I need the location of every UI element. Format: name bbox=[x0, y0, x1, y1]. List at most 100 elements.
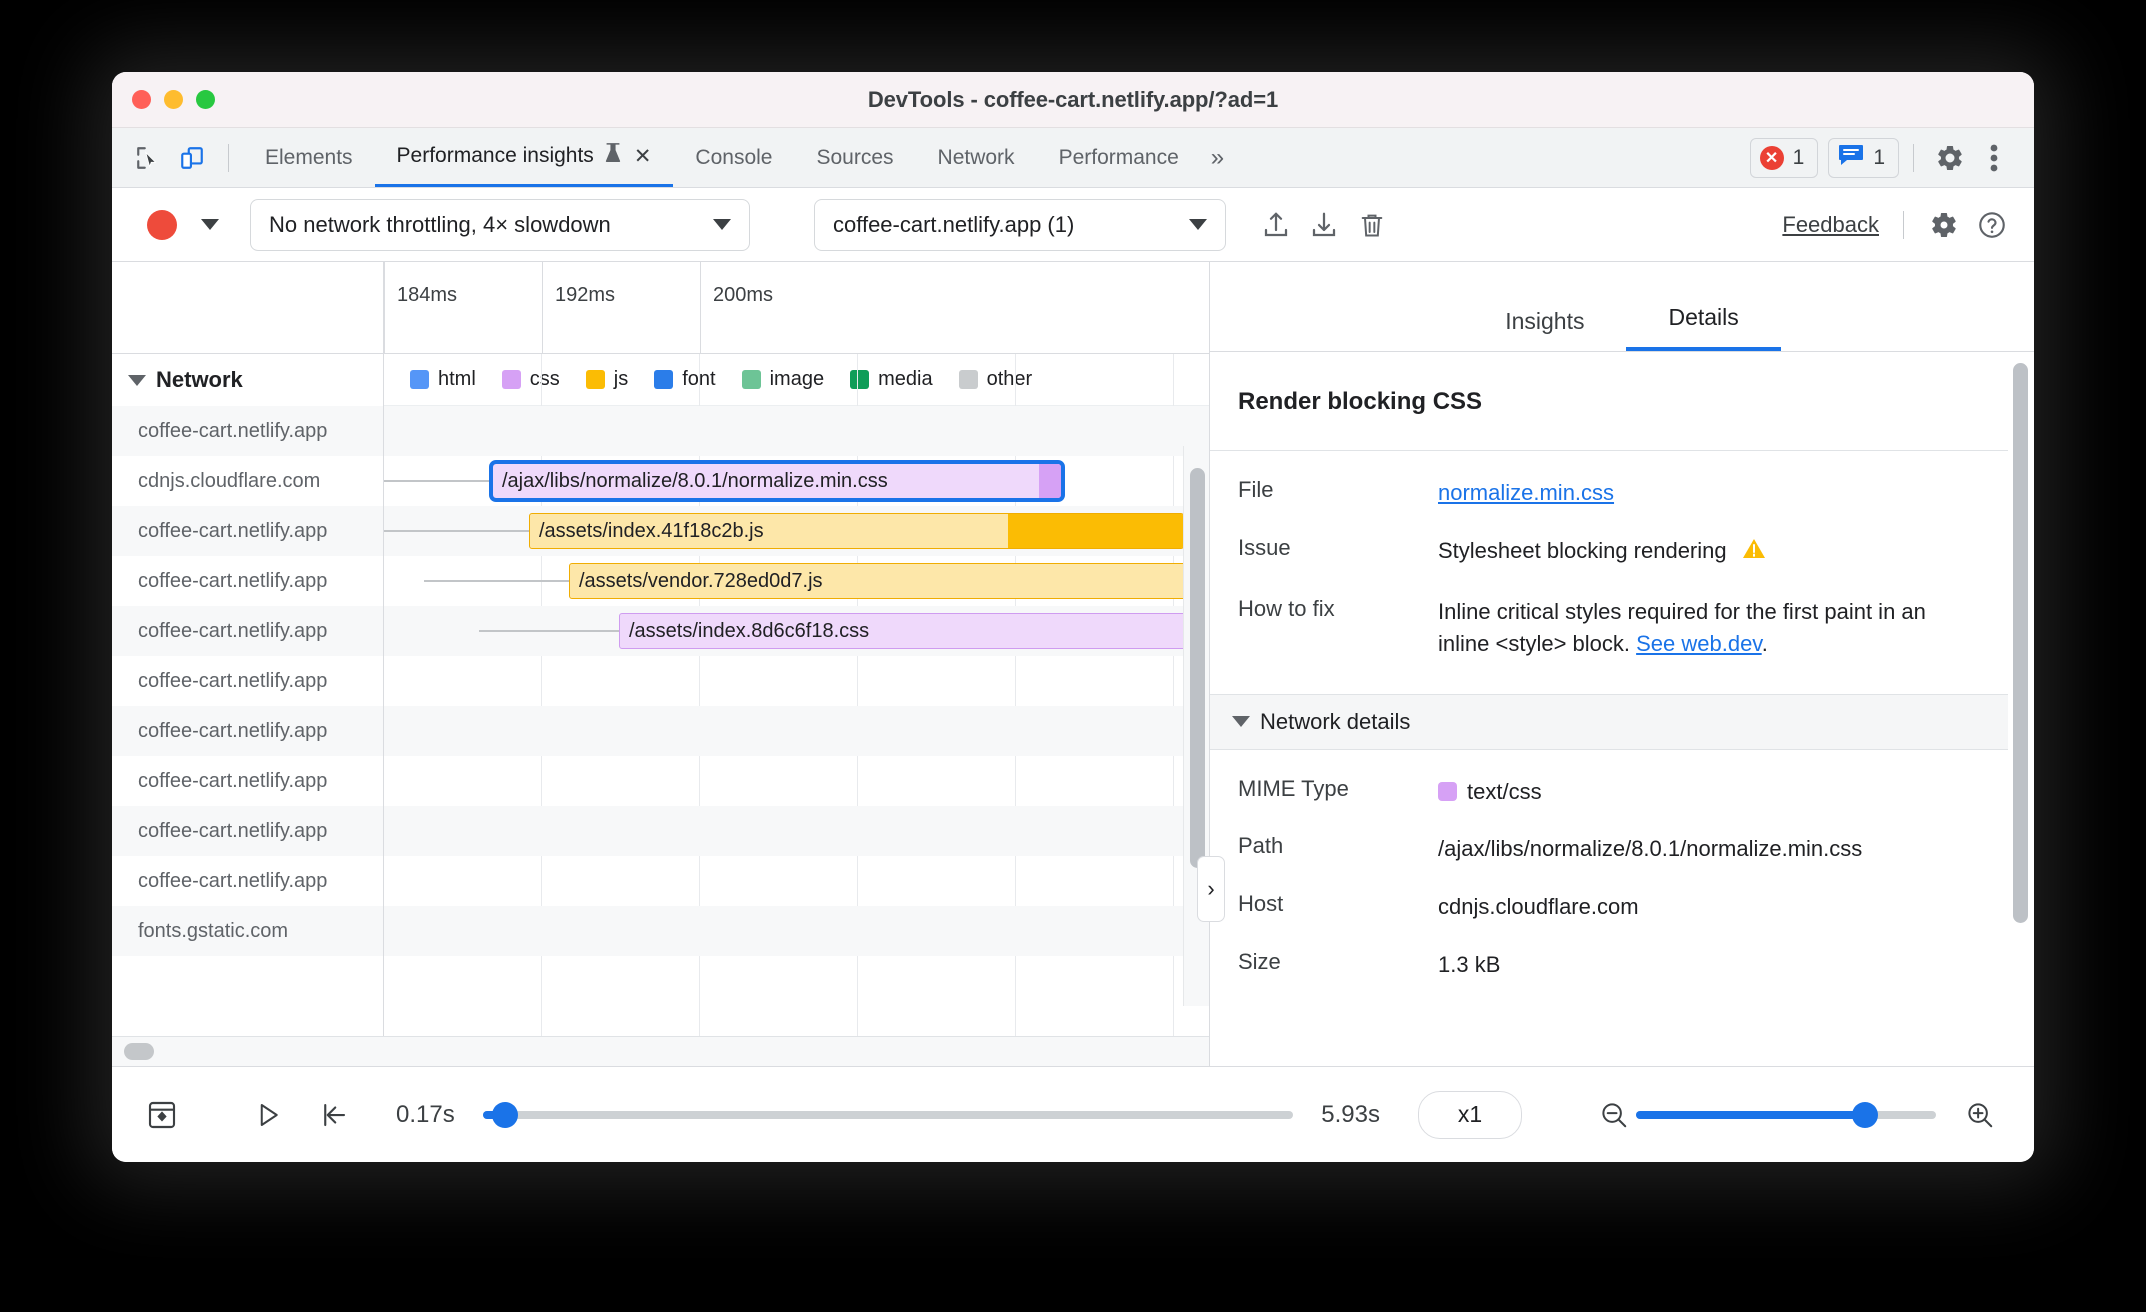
list-item[interactable]: coffee-cart.netlify.app bbox=[112, 506, 383, 556]
request-bar-vendor-js[interactable]: /assets/vendor.728ed0d7.js bbox=[569, 563, 1199, 599]
request-bar-normalize-css[interactable]: /ajax/libs/normalize/8.0.1/normalize.min… bbox=[489, 460, 1065, 502]
download-profile-button[interactable] bbox=[1302, 203, 1346, 247]
devtools-tabbar: Elements Performance insights ✕ Console … bbox=[112, 128, 2034, 188]
table-row[interactable] bbox=[384, 656, 1209, 706]
warning-icon bbox=[1741, 537, 1767, 570]
slider-knob[interactable] bbox=[1852, 1101, 1878, 1128]
list-item[interactable]: coffee-cart.netlify.app bbox=[112, 556, 383, 606]
list-item[interactable]: coffee-cart.netlify.app bbox=[112, 806, 383, 856]
legend-swatch bbox=[741, 370, 761, 389]
message-count-badge[interactable]: 1 bbox=[1828, 137, 1899, 178]
details-body: Render blocking CSS File normalize.min.c… bbox=[1210, 352, 2034, 1066]
table-row[interactable] bbox=[384, 706, 1209, 756]
list-item[interactable]: cdnjs.cloudflare.com bbox=[112, 456, 383, 506]
table-row[interactable] bbox=[384, 406, 1209, 456]
zoom-in-icon[interactable] bbox=[1958, 1093, 2002, 1137]
device-toolbar-icon[interactable] bbox=[170, 136, 214, 180]
list-item[interactable]: coffee-cart.netlify.app bbox=[112, 856, 383, 906]
request-bar-label: /assets/index.41f18c2b.js bbox=[539, 519, 764, 542]
tab-elements[interactable]: Elements bbox=[243, 128, 375, 187]
zoom-out-icon[interactable] bbox=[1592, 1093, 1636, 1137]
tab-network[interactable]: Network bbox=[916, 128, 1037, 187]
more-tabs-icon[interactable]: » bbox=[1201, 144, 1234, 172]
slider-knob[interactable] bbox=[491, 1101, 518, 1128]
help-icon[interactable] bbox=[1970, 203, 2014, 247]
list-item[interactable]: coffee-cart.netlify.app bbox=[112, 406, 383, 456]
close-icon[interactable]: ✕ bbox=[634, 146, 652, 167]
gear-icon[interactable] bbox=[1928, 136, 1972, 180]
ruler-tick: 200ms bbox=[700, 262, 858, 353]
scrollbar-thumb[interactable] bbox=[2013, 363, 2028, 923]
tab-performance-insights[interactable]: Performance insights ✕ bbox=[374, 128, 674, 187]
play-button[interactable] bbox=[246, 1093, 290, 1137]
triangle-down-icon bbox=[1232, 716, 1250, 728]
jump-to-start-button[interactable] bbox=[312, 1093, 356, 1137]
table-row[interactable] bbox=[384, 756, 1209, 806]
tab-label: Performance bbox=[1058, 145, 1179, 169]
table-row[interactable] bbox=[384, 806, 1209, 856]
error-count-badge[interactable]: ✕ 1 bbox=[1749, 137, 1819, 178]
network-details-section-header[interactable]: Network details bbox=[1210, 693, 2008, 750]
inspect-element-icon[interactable] bbox=[126, 136, 170, 180]
tab-label: Elements bbox=[265, 145, 353, 169]
upload-profile-button[interactable] bbox=[1254, 203, 1298, 247]
request-bar-index-css[interactable]: /assets/index.8d6c6f18.css bbox=[619, 613, 1199, 649]
record-button[interactable] bbox=[140, 203, 184, 247]
scrollbar-thumb[interactable] bbox=[1190, 468, 1205, 868]
scrollbar-thumb[interactable] bbox=[124, 1043, 154, 1060]
detail-key: Path bbox=[1238, 833, 1284, 859]
issue-text: Stylesheet blocking rendering bbox=[1438, 537, 1727, 563]
table-row[interactable] bbox=[384, 856, 1209, 906]
table-row[interactable]: /assets/index.8d6c6f18.css bbox=[384, 606, 1209, 656]
time-range-slider[interactable] bbox=[482, 1101, 1294, 1128]
zoom-slider[interactable] bbox=[1636, 1101, 1936, 1128]
experiment-flask-icon bbox=[603, 142, 623, 170]
detail-value: Inline critical styles required for the … bbox=[1438, 596, 1980, 660]
tab-console[interactable]: Console bbox=[673, 128, 794, 187]
legend-swatch bbox=[585, 370, 605, 389]
table-row[interactable] bbox=[384, 906, 1209, 956]
detail-row-file: File normalize.min.css bbox=[1210, 477, 2008, 509]
window-titlebar: DevTools - coffee-cart.netlify.app/?ad=1 bbox=[112, 72, 2034, 128]
feedback-link[interactable]: Feedback bbox=[1782, 212, 1879, 238]
more-options-icon[interactable] bbox=[1972, 136, 2016, 180]
list-item[interactable]: coffee-cart.netlify.app bbox=[112, 606, 383, 656]
timeline-pane: 184ms 192ms 200ms Network coffee-cart.ne… bbox=[112, 262, 1210, 1066]
timeline-ruler: 184ms 192ms 200ms bbox=[112, 262, 1209, 354]
tab-performance[interactable]: Performance bbox=[1037, 128, 1201, 187]
screenshot-toggle-button[interactable] bbox=[140, 1093, 184, 1137]
request-bar-index-js[interactable]: /assets/index.41f18c2b.js bbox=[529, 513, 1184, 549]
table-row[interactable]: /assets/vendor.728ed0d7.js bbox=[384, 556, 1209, 606]
table-row[interactable]: /ajax/libs/normalize/8.0.1/normalize.min… bbox=[384, 456, 1209, 506]
throttling-select[interactable]: No network throttling, 4× slowdown bbox=[250, 198, 750, 251]
playback-speed-button[interactable]: x1 bbox=[1418, 1090, 1522, 1139]
record-options-dropdown[interactable] bbox=[188, 203, 232, 247]
track-names-column: Network coffee-cart.netlify.app cdnjs.cl… bbox=[112, 354, 384, 1036]
track-bars-column: html css js font image media other /ajax… bbox=[384, 354, 1209, 1036]
clear-recording-button[interactable] bbox=[1350, 203, 1394, 247]
expand-sidebar-handle[interactable]: › bbox=[1197, 856, 1225, 922]
capture-settings-gear-icon[interactable] bbox=[1922, 203, 1966, 247]
list-item[interactable]: coffee-cart.netlify.app bbox=[112, 656, 383, 706]
details-vertical-scrollbar[interactable] bbox=[2008, 353, 2034, 1066]
timeline-horizontal-scrollbar[interactable] bbox=[112, 1036, 1209, 1066]
tab-insights[interactable]: Insights bbox=[1463, 308, 1626, 351]
tab-details[interactable]: Details bbox=[1626, 304, 1781, 351]
list-item[interactable]: coffee-cart.netlify.app bbox=[112, 706, 383, 756]
network-detail-row-host: Host cdnjs.cloudflare.com bbox=[1210, 891, 2008, 923]
network-group-header[interactable]: Network bbox=[112, 354, 383, 406]
web-dev-link[interactable]: See web.dev bbox=[1636, 631, 1762, 656]
detail-row-how-to-fix: How to fix Inline critical styles requir… bbox=[1210, 596, 2008, 660]
table-row[interactable]: /assets/index.41f18c2b.js bbox=[384, 506, 1209, 556]
chevron-down-icon bbox=[1189, 219, 1207, 230]
tab-sources[interactable]: Sources bbox=[794, 128, 915, 187]
ruler-tick: 184ms bbox=[384, 262, 542, 353]
track-rows: Network coffee-cart.netlify.app cdnjs.cl… bbox=[112, 354, 1209, 1036]
file-link[interactable]: normalize.min.css bbox=[1438, 480, 1614, 505]
legend-label: js bbox=[613, 368, 629, 390]
page-select[interactable]: coffee-cart.netlify.app (1) bbox=[814, 198, 1226, 251]
list-item[interactable]: coffee-cart.netlify.app bbox=[112, 756, 383, 806]
timeline-vertical-scrollbar[interactable] bbox=[1183, 446, 1209, 1006]
page-title: Render blocking CSS bbox=[1238, 388, 1483, 415]
list-item[interactable]: fonts.gstatic.com bbox=[112, 906, 383, 956]
